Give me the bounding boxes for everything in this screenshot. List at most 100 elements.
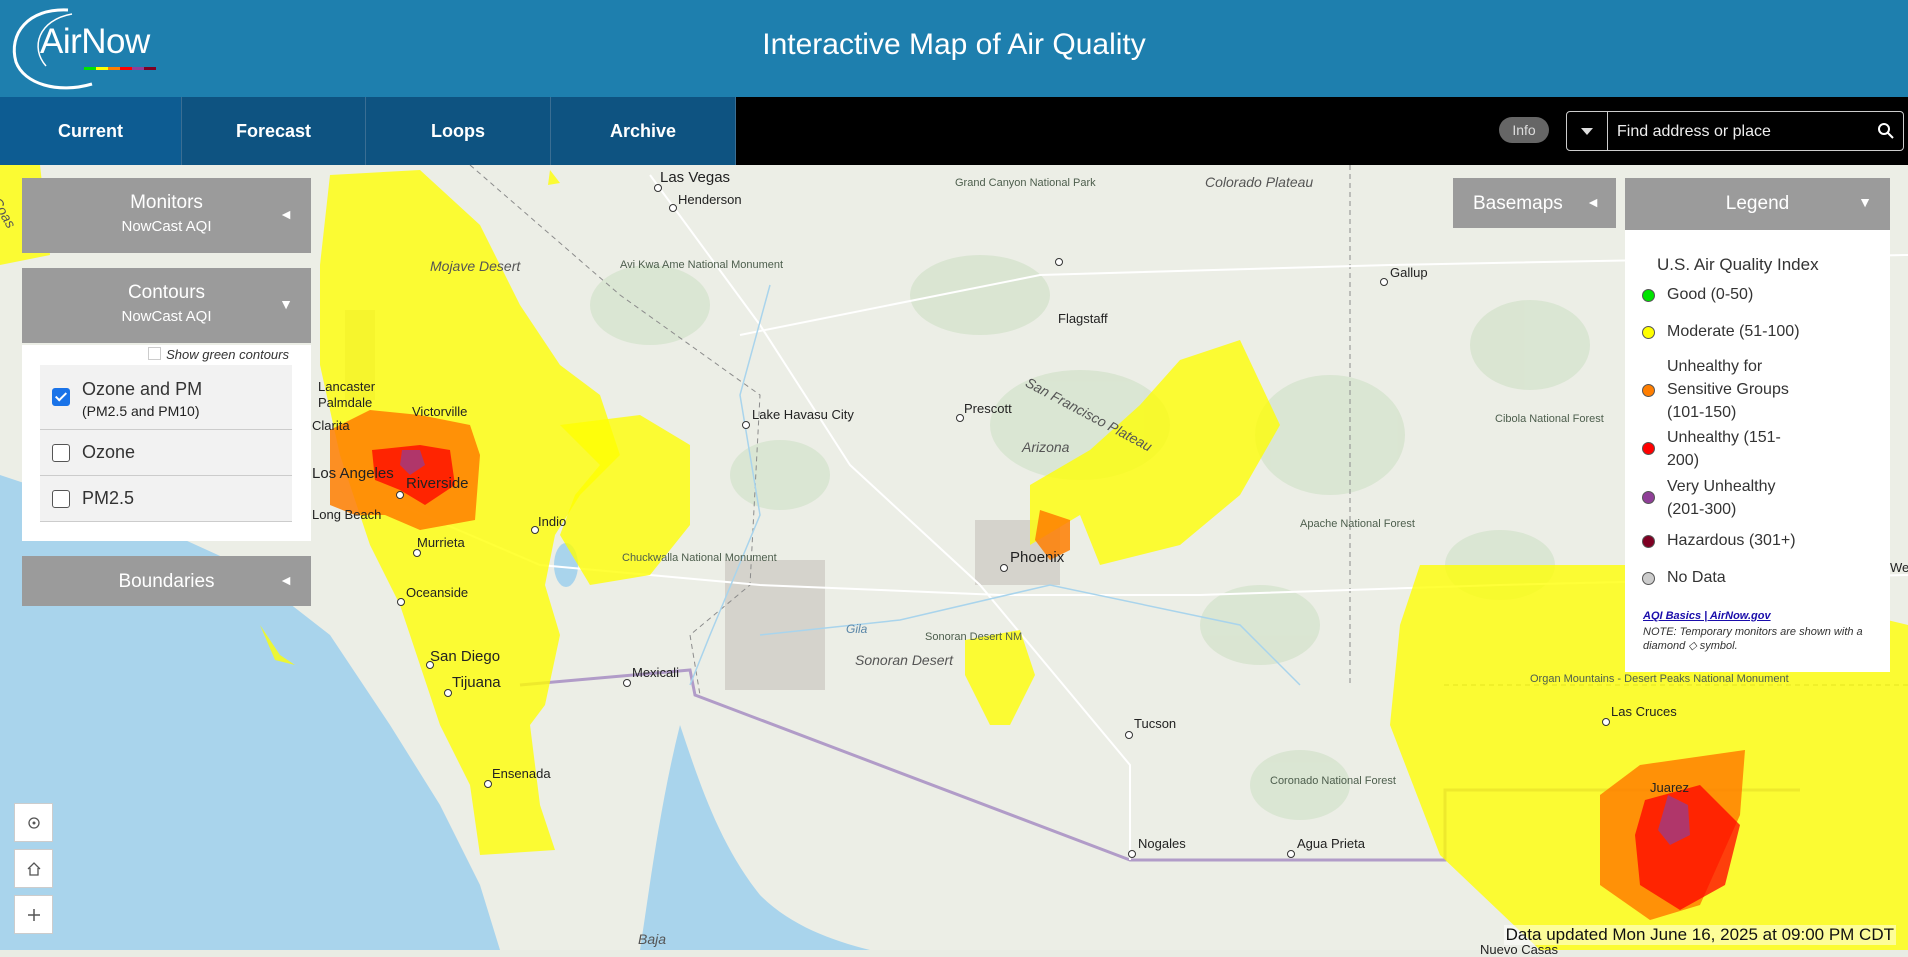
map-label: Victorville xyxy=(412,404,468,419)
map-label: Murrieta xyxy=(417,535,465,550)
map-label: Wes xyxy=(1890,560,1908,575)
legend-item-label: Unhealthy (151-200) xyxy=(1667,429,1781,469)
option-label: Ozone and PM xyxy=(82,379,203,399)
checkbox-pm25[interactable] xyxy=(52,490,70,508)
city-marker xyxy=(1125,731,1133,739)
map-label: Tucson xyxy=(1134,716,1177,731)
map-label: Henderson xyxy=(678,192,742,207)
main-nav: Current Forecast Loops Archive Info xyxy=(0,97,1908,165)
tab-current[interactable]: Current xyxy=(0,97,182,165)
locate-icon xyxy=(27,817,40,829)
tab-loops[interactable]: Loops xyxy=(366,97,551,165)
boundaries-panel-title: Boundaries xyxy=(118,571,215,592)
checkbox-ozone-pm[interactable] xyxy=(52,388,70,406)
city-marker xyxy=(444,689,452,697)
contour-option-ozone[interactable]: Ozone xyxy=(40,430,292,476)
contours-panel-subtitle: NowCast AQI xyxy=(121,308,212,325)
data-updated-timestamp: Data updated Mon June 16, 2025 at 09:00 … xyxy=(1503,925,1896,945)
map-label: Sonoran Desert xyxy=(855,652,954,668)
collapse-arrow-icon: ◄ xyxy=(279,572,293,588)
map-label: Lake Havasu City xyxy=(752,407,854,422)
tab-archive[interactable]: Archive xyxy=(551,97,736,165)
legend-item: Hazardous (301+) xyxy=(1642,529,1867,552)
city-marker xyxy=(397,598,405,606)
map-label: Las Vegas xyxy=(660,169,731,186)
legend-item: Very Unhealthy (201-300) xyxy=(1642,475,1797,521)
city-marker xyxy=(1602,718,1610,726)
contour-option-ozone-pm[interactable]: Ozone and PM (PM2.5 and PM10) xyxy=(40,365,292,430)
map-label: Coronado National Forest xyxy=(1270,775,1396,787)
map-label: Long Beach xyxy=(312,507,382,522)
legend-item: Moderate (51-100) xyxy=(1642,320,1867,343)
legend-item-label: Moderate (51-100) xyxy=(1667,323,1800,340)
city-marker xyxy=(1000,564,1008,572)
tab-forecast[interactable]: Forecast xyxy=(182,97,366,165)
legend-item: Unhealthy (151-200) xyxy=(1642,426,1797,472)
collapse-arrow-icon: ◄ xyxy=(279,206,293,222)
checkbox-ozone[interactable] xyxy=(52,444,70,462)
search-input[interactable] xyxy=(1615,112,1859,152)
aqi-basics-link[interactable]: AQI Basics | AirNow.gov xyxy=(1643,610,1771,622)
legend-note: NOTE: Temporary monitors are shown with … xyxy=(1643,626,1863,652)
aqi-unhealthy-swatch xyxy=(1642,442,1655,455)
map-label: Lancaster xyxy=(318,379,376,394)
city-marker xyxy=(484,780,492,788)
map-label: Grand Canyon National Park xyxy=(955,177,1096,189)
city-marker xyxy=(1380,278,1388,286)
map-label: Mexicali xyxy=(632,665,679,680)
legend-item-label: Good (0-50) xyxy=(1667,286,1754,303)
map-label: Prescott xyxy=(964,401,1012,416)
locate-button[interactable] xyxy=(14,803,53,842)
contours-panel-body: Show green contours Ozone and PM (PM2.5 … xyxy=(22,345,311,541)
city-marker xyxy=(1287,850,1295,858)
zoom-in-button[interactable] xyxy=(14,895,53,934)
show-green-contours-option[interactable]: Show green contours xyxy=(148,347,289,362)
legend-heading: U.S. Air Quality Index xyxy=(1657,255,1819,274)
map-label: Apache National Forest xyxy=(1300,518,1415,530)
aqi-no-data-swatch xyxy=(1642,572,1655,585)
map-label: Mojave Desert xyxy=(430,258,521,274)
map-label: Las Cruces xyxy=(1611,704,1677,719)
city-marker xyxy=(669,204,677,212)
legend-item-label: Hazardous (301+) xyxy=(1667,532,1796,549)
home-icon xyxy=(27,862,40,876)
map-label: Phoenix xyxy=(1010,549,1065,566)
show-green-checkbox[interactable] xyxy=(148,347,162,360)
basemaps-panel-header[interactable]: Basemaps ◄ xyxy=(1453,178,1616,228)
map-label: Agua Prieta xyxy=(1297,836,1365,851)
map-label: Gallup xyxy=(1390,265,1428,280)
city-marker xyxy=(623,679,631,687)
home-button[interactable] xyxy=(14,849,53,888)
city-marker xyxy=(1128,850,1136,858)
expand-arrow-icon: ▼ xyxy=(279,296,293,312)
monitors-panel-header[interactable]: Monitors NowCast AQI ◄ xyxy=(22,178,311,253)
search-icon[interactable] xyxy=(1877,122,1895,140)
aqi-hazardous-swatch xyxy=(1642,535,1655,548)
legend-item: Good (0-50) xyxy=(1642,283,1867,306)
legend-panel-header[interactable]: Legend ▼ xyxy=(1625,178,1890,230)
map-label: Arizona xyxy=(1022,439,1070,455)
monitors-panel-subtitle: NowCast AQI xyxy=(121,218,212,235)
map-label: Gila xyxy=(846,622,868,636)
map-label: Tijuana xyxy=(452,674,501,691)
legend-item-label: Unhealthy for Sensitive Groups (101-150) xyxy=(1667,358,1789,421)
boundaries-panel-header[interactable]: Boundaries ◄ xyxy=(22,556,311,606)
legend-item-label: No Data xyxy=(1667,569,1726,586)
contours-panel-header[interactable]: Contours NowCast AQI ▼ xyxy=(22,268,311,343)
map-label: Indio xyxy=(538,514,567,529)
map-label: Riverside xyxy=(406,475,469,492)
map-label: Ensenada xyxy=(492,766,551,781)
plus-icon xyxy=(27,909,40,921)
map-label: Nogales xyxy=(1138,836,1186,851)
search-source-dropdown[interactable] xyxy=(1567,112,1608,150)
city-marker xyxy=(413,549,421,557)
option-label: PM2.5 xyxy=(82,488,135,508)
city-marker xyxy=(742,421,750,429)
map-label: Clarita xyxy=(312,418,350,433)
info-button[interactable]: Info xyxy=(1499,117,1549,143)
aqi-usg-swatch xyxy=(1642,384,1655,397)
legend-item: Unhealthy for Sensitive Groups (101-150) xyxy=(1642,355,1822,424)
contours-panel-title: Contours xyxy=(127,282,206,303)
map-label: Flagstaff xyxy=(1058,311,1108,326)
contour-option-pm25[interactable]: PM2.5 xyxy=(40,476,292,522)
